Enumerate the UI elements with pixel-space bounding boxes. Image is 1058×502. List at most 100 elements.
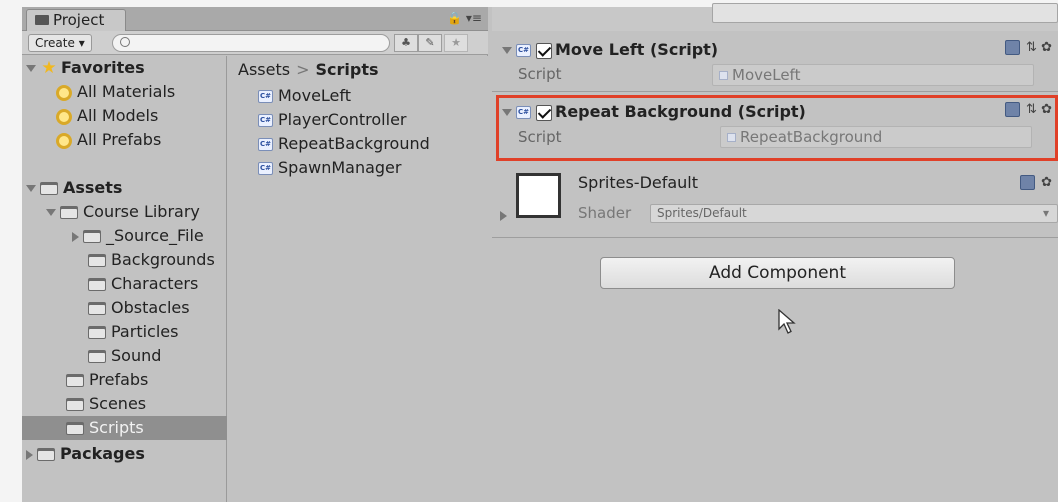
tab-project-label: Project: [53, 11, 105, 29]
tree-favorites[interactable]: ★ Favorites: [26, 56, 145, 80]
tree-label: Scripts: [89, 418, 144, 437]
tab-project[interactable]: Project: [26, 9, 126, 31]
file-item[interactable]: C# SpawnManager: [258, 156, 401, 180]
search-field[interactable]: [112, 34, 390, 52]
tree-label: Sound: [111, 346, 162, 365]
tree-folder[interactable]: Characters: [88, 272, 198, 296]
folder-icon: [88, 350, 106, 363]
add-component-button[interactable]: Add Component: [600, 257, 955, 289]
tree-folder[interactable]: _Source_File: [72, 224, 204, 248]
tree-folder[interactable]: Particles: [88, 320, 178, 344]
expand-arrow-icon[interactable]: [46, 209, 56, 216]
tree-label: Scenes: [89, 394, 147, 413]
file-item[interactable]: C# MoveLeft: [258, 84, 351, 108]
file-list: Assets > Scripts C# MoveLeft C# PlayerContro…: [228, 56, 488, 502]
top-field[interactable]: [712, 3, 1058, 23]
unity-editor: Project 🔒 ▾≡ Create ▾ ♣ ✎ ★ ★ Favorites A…: [22, 3, 1058, 502]
expand-arrow-icon[interactable]: [26, 65, 36, 72]
project-toolbar: Create ▾ ♣ ✎ ★: [22, 31, 488, 55]
tree-label: All Materials: [77, 82, 176, 101]
folder-tree: ★ Favorites All Materials All Models All …: [22, 56, 227, 502]
folder-icon: [88, 326, 106, 339]
tree-label: Obstacles: [111, 298, 190, 317]
project-panel: Project 🔒 ▾≡ Create ▾ ♣ ✎ ★ ★ Favorites A…: [22, 7, 488, 502]
inspector-top-strip: [492, 3, 1058, 31]
tree-folder[interactable]: Backgrounds: [88, 248, 215, 272]
file-label: PlayerController: [278, 110, 407, 129]
tree-label: All Models: [77, 106, 159, 125]
search-filter-icon: [56, 132, 72, 149]
file-label: SpawnManager: [278, 158, 402, 177]
material-preview-thumbnail[interactable]: [516, 173, 561, 218]
search-filter-icon: [56, 108, 72, 125]
file-label: RepeatBackground: [278, 134, 430, 153]
tree-label: Particles: [111, 322, 179, 341]
file-item[interactable]: C# RepeatBackground: [258, 132, 430, 156]
csharp-script-icon: C#: [258, 90, 273, 103]
gear-icon[interactable]: ✿: [1041, 40, 1052, 55]
expand-arrow-icon[interactable]: [72, 231, 79, 242]
tree-folder[interactable]: Obstacles: [88, 296, 190, 320]
tree-favorite-item[interactable]: All Prefabs: [56, 128, 161, 152]
expand-arrow-icon[interactable]: [26, 449, 33, 460]
search-icon: [120, 37, 130, 47]
tree-label: All Prefabs: [77, 130, 162, 149]
file-label: MoveLeft: [278, 86, 352, 105]
folder-icon: [40, 182, 58, 195]
tree-favorite-item[interactable]: All Materials: [56, 80, 175, 104]
filter-type-icon[interactable]: ♣: [394, 34, 418, 52]
tree-assets[interactable]: Assets: [26, 176, 122, 200]
divider: [492, 91, 1058, 92]
script-field-label: Script: [518, 65, 562, 83]
create-button[interactable]: Create ▾: [28, 34, 92, 52]
breadcrumb-separator: >: [296, 60, 310, 79]
preset-icon[interactable]: ⇅: [1026, 40, 1037, 55]
tree-label: Favorites: [61, 58, 145, 77]
breadcrumb-root[interactable]: Assets: [238, 60, 290, 79]
tree-folder[interactable]: Scenes: [66, 392, 146, 416]
script-asset-icon: [719, 71, 728, 80]
help-icon[interactable]: [1020, 175, 1036, 190]
tree-label: Characters: [111, 274, 199, 293]
shader-dropdown[interactable]: Sprites/Default ▾: [650, 204, 1058, 223]
expand-arrow-icon[interactable]: [502, 47, 512, 54]
tree-label: Course Library: [83, 202, 200, 221]
tree-folder[interactable]: Prefabs: [66, 368, 148, 392]
folder-icon: [88, 302, 106, 315]
material-actions: ✿: [1020, 175, 1052, 190]
shader-value: Sprites/Default: [657, 206, 747, 220]
tree-folder[interactable]: Sound: [88, 344, 161, 368]
breadcrumb: Assets > Scripts: [238, 60, 379, 79]
folder-icon: [35, 15, 49, 25]
csharp-script-icon: C#: [516, 44, 531, 57]
tree-label: _Source_File: [106, 226, 204, 245]
folder-icon: [83, 230, 101, 243]
component-title: Move Left (Script): [555, 40, 719, 59]
script-object-field[interactable]: MoveLeft: [712, 64, 1034, 86]
tree-course-library[interactable]: Course Library: [46, 200, 200, 224]
folder-icon: [60, 206, 78, 219]
favorite-star-icon[interactable]: ★: [444, 34, 468, 52]
tree-folder-selected[interactable]: Scripts: [66, 416, 144, 440]
lock-menu-icon[interactable]: 🔒 ▾≡: [447, 11, 482, 25]
folder-icon: [37, 448, 55, 461]
search-input[interactable]: [135, 36, 375, 50]
enabled-checkbox[interactable]: [536, 42, 552, 59]
tree-favorite-item[interactable]: All Models: [56, 104, 158, 128]
folder-icon: [88, 254, 106, 267]
tree-packages[interactable]: Packages: [26, 442, 145, 466]
expand-arrow-icon[interactable]: [26, 185, 36, 192]
gear-icon[interactable]: ✿: [1041, 175, 1052, 190]
folder-icon: [66, 422, 84, 435]
file-item[interactable]: C# PlayerController: [258, 108, 407, 132]
help-icon[interactable]: [1005, 40, 1021, 55]
folder-icon: [66, 398, 84, 411]
expand-arrow-icon[interactable]: [500, 211, 507, 221]
breadcrumb-current[interactable]: Scripts: [315, 60, 378, 79]
filter-label-icon[interactable]: ✎: [418, 34, 442, 52]
star-icon: ★: [41, 58, 57, 78]
project-tabbar: Project 🔒 ▾≡: [22, 7, 488, 31]
divider: [492, 237, 1058, 238]
component-header-move-left[interactable]: C# Move Left (Script): [502, 37, 718, 63]
chevron-down-icon: ▾: [1042, 206, 1049, 220]
